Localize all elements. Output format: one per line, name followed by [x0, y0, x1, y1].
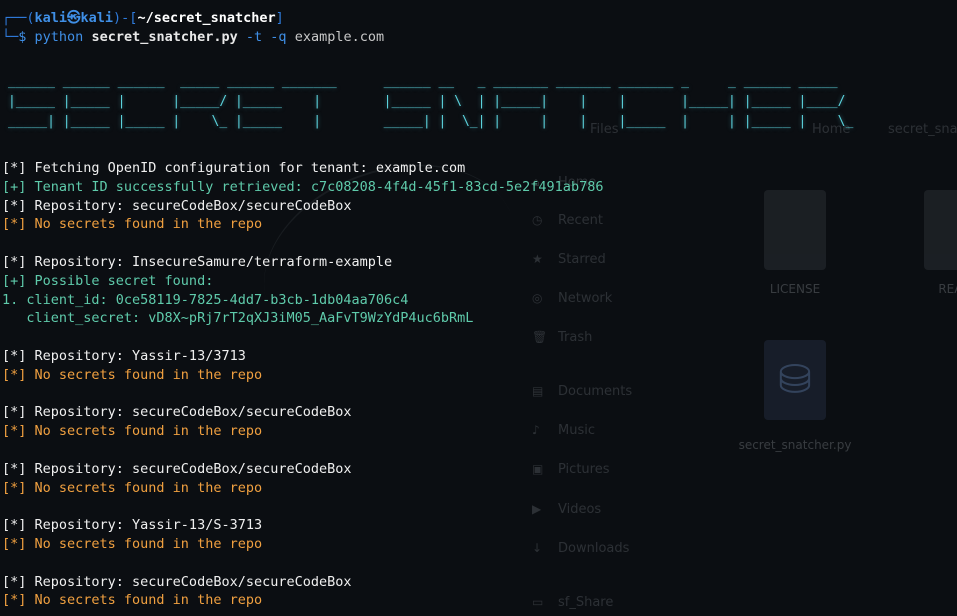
- output-line: 1. client_id: 0ce58119-7825-4dd7-b3cb-1d…: [2, 291, 409, 308]
- output-line: [+] Possible secret found:: [2, 272, 214, 289]
- script-name-prefix: se: [91, 29, 108, 45]
- output-line: [*] Fetching OpenID configuration for te…: [2, 160, 466, 176]
- prompt-host: kali: [80, 10, 114, 26]
- command-line[interactable]: └─$ python secret_snatcher.py -t -q exam…: [2, 28, 384, 47]
- output-line: [*] No secrets found in the repo: [2, 216, 263, 233]
- prompt-cwd: ~/secret_snatcher: [137, 10, 276, 26]
- output-line: [*] Repository: InsecureSamure/terraform…: [2, 254, 393, 270]
- output-line: [*] Repository: secureCodeBox/secureCode…: [2, 197, 352, 214]
- prompt-user: kali: [34, 10, 68, 26]
- output-line: [*] Repository: Yassir-13/S-3713: [2, 517, 263, 534]
- ascii-banner: ______ ______ ______ _____ ______ ______…: [8, 72, 853, 132]
- command-name: python: [34, 29, 84, 45]
- output-line: [*] No secrets found in the repo: [2, 366, 263, 383]
- output-line: [*] Repository: Yassir-13/3713: [2, 348, 246, 364]
- command-target: example.com: [294, 29, 385, 45]
- output-line: client_secret: vD8X~pRj7rT2qXJ3iM05_AaFv…: [2, 310, 474, 327]
- command-flags: -t -q: [245, 29, 287, 45]
- terminal-window[interactable]: ┌──(kali㉿kali)-[~/secret_snatcher] └─$ p…: [0, 0, 957, 616]
- output-line: [+] Tenant ID successfully retrieved: c7…: [2, 178, 604, 195]
- output-line: [*] Repository: secureCodeBox/secureCode…: [2, 404, 352, 421]
- output-line: [*] Repository: secureCodeBox/secureCode…: [2, 573, 352, 590]
- banner-line: _____| |_____ |_____ | \_ |_____ | _____…: [8, 114, 854, 129]
- script-name: cret_snatcher.py: [107, 29, 238, 45]
- prompt-line: ┌──(kali㉿kali)-[~/secret_snatcher]: [2, 10, 284, 26]
- output-line: [*] No secrets found in the repo: [2, 479, 263, 496]
- prompt-symbol: $: [18, 29, 27, 45]
- output-line: [*] No secrets found in the repo: [2, 423, 263, 440]
- banner-line: ______ ______ ______ _____ ______ ______…: [8, 74, 838, 89]
- output-line: [*] No secrets found in the repo: [2, 592, 263, 609]
- output-line: [*] No secrets found in the repo: [2, 536, 263, 552]
- kali-skull-icon: ㉿: [67, 10, 81, 26]
- output-line: [*] Repository: secureCodeBox/secureCode…: [2, 460, 352, 477]
- banner-line: |_____ |_____ | |_____/ |_____ | |_____ …: [8, 94, 846, 109]
